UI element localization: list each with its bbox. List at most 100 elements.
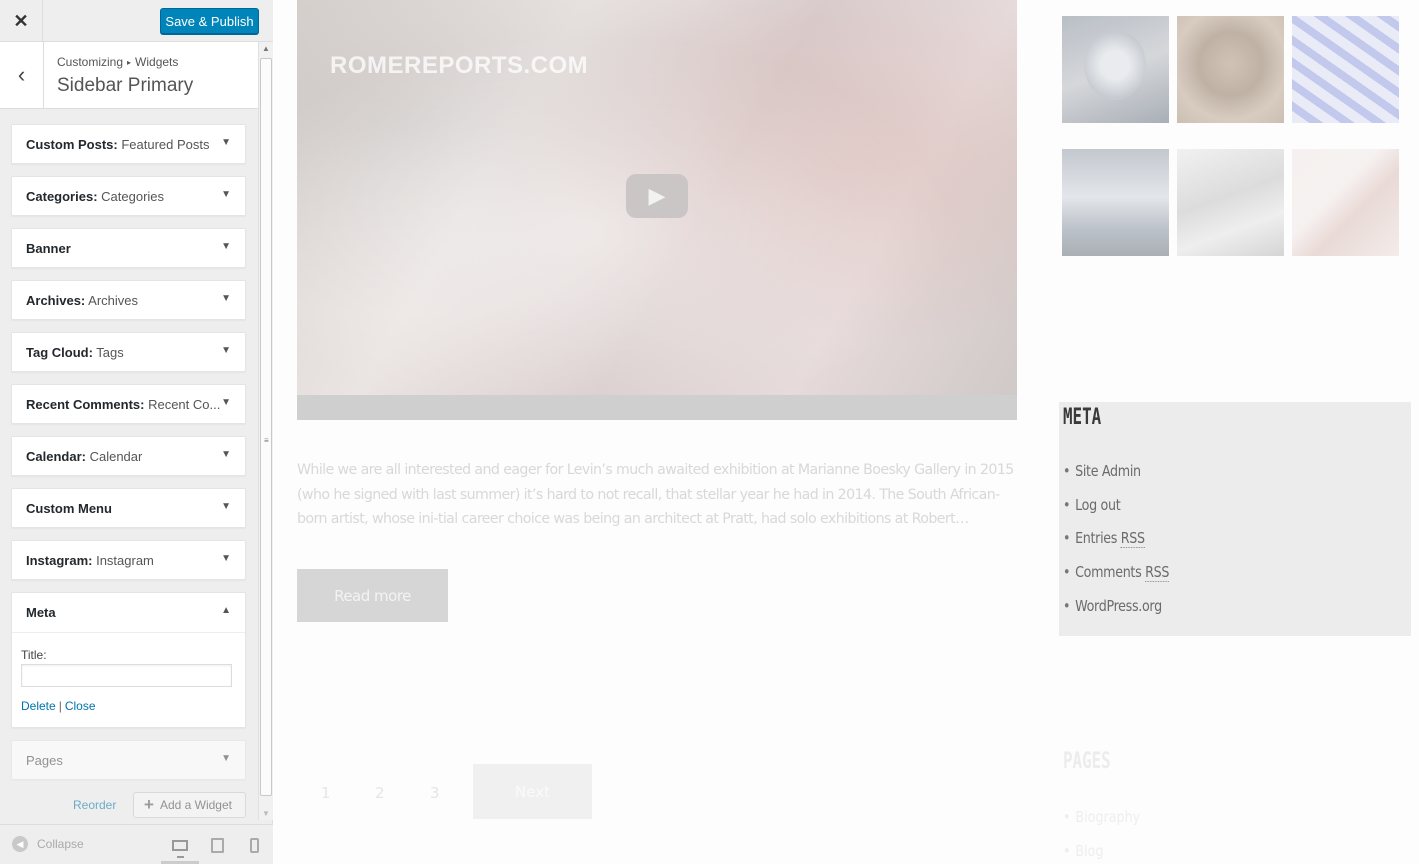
widget-recent-comments[interactable]: Recent Comments: Recent Co... ▼ <box>11 384 246 424</box>
pages-widget-heading: PAGES <box>1063 749 1111 774</box>
widget-custom-posts[interactable]: Custom Posts: Featured Posts ▼ <box>11 124 246 164</box>
widget-archives[interactable]: Archives: Archives ▼ <box>11 280 246 320</box>
page-link-blog[interactable]: Blog <box>1063 842 1140 864</box>
rss-abbr: RSS <box>1145 563 1170 583</box>
page-link-biography[interactable]: Biography <box>1063 808 1140 842</box>
expand-arrow-icon[interactable]: ▼ <box>221 189 231 200</box>
collapse-arrow-icon[interactable]: ▲ <box>221 605 231 616</box>
scroll-up-arrow-icon[interactable]: ▲ <box>262 44 270 53</box>
widget-subtitle: Categories <box>97 189 165 204</box>
widget-meta: Meta ▲ Title: Delete | Close <box>11 592 246 728</box>
meta-link-site-admin[interactable]: Site Admin <box>1063 462 1169 496</box>
widget-name: Custom Menu <box>26 501 112 516</box>
add-widget-label: Add a Widget <box>159 798 232 812</box>
widget-name: Pages <box>26 753 63 768</box>
video-embed[interactable]: ROMEREPORTS.COM ▶ <box>297 0 1017 420</box>
read-more-button[interactable]: Read more <box>297 569 448 622</box>
widget-name: Instagram: <box>26 553 93 568</box>
collapse-label: Collapse <box>37 837 84 851</box>
panel-scrollbar[interactable]: ▲ ≡ ▼ <box>258 42 273 820</box>
widget-calendar[interactable]: Calendar: Calendar ▼ <box>11 436 246 476</box>
meta-link-comments-rss[interactable]: Comments RSS <box>1063 563 1169 597</box>
customizer-panel: ✕ Save & Publish ‹ Customizing ▸ Widgets S… <box>0 0 273 864</box>
breadcrumb-separator-icon: ▸ <box>127 58 132 67</box>
page-link[interactable]: 2 <box>375 784 385 802</box>
instagram-thumbnail[interactable] <box>1177 149 1284 256</box>
action-separator: | <box>58 699 62 713</box>
widget-name: Categories: <box>26 189 98 204</box>
desktop-preview-icon[interactable] <box>171 835 189 858</box>
widget-banner[interactable]: Banner ▼ <box>11 228 246 268</box>
page-link[interactable]: 1 <box>321 784 331 802</box>
expand-arrow-icon[interactable]: ▼ <box>221 449 231 460</box>
widget-name: Custom Posts: <box>26 137 118 152</box>
close-icon[interactable]: ✕ <box>0 0 43 42</box>
meta-widget-heading: META <box>1063 405 1102 430</box>
back-arrow-icon[interactable]: ‹ <box>0 42 44 108</box>
tablet-preview-icon[interactable] <box>208 835 226 855</box>
grip-icon: ≡ <box>264 436 269 445</box>
widget-name: Banner <box>26 241 71 256</box>
widget-name: Recent Comments: <box>26 397 145 412</box>
widget-custom-menu[interactable]: Custom Menu ▼ <box>11 488 246 528</box>
expand-arrow-icon[interactable]: ▼ <box>221 137 231 148</box>
meta-links: Site Admin Log out Entries RSS Comments … <box>1063 462 1192 630</box>
instagram-thumbnail[interactable] <box>1177 16 1284 123</box>
pages-links: Biography Blog <box>1063 808 1157 864</box>
save-publish-button[interactable]: Save & Publish <box>160 8 259 34</box>
widget-subtitle: Instagram <box>92 553 154 568</box>
post-excerpt: While we are all interested and eager fo… <box>297 462 1014 527</box>
expand-arrow-icon[interactable]: ▼ <box>221 241 231 252</box>
rss-abbr: RSS <box>1120 529 1145 549</box>
mobile-preview-icon[interactable] <box>245 835 263 855</box>
widget-name: Tag Cloud: <box>26 345 93 360</box>
site-preview: ROMEREPORTS.COM ▶ While we are all inter… <box>274 0 1419 864</box>
collapse-arrow-icon: ◀ <box>12 836 28 852</box>
video-control-bar[interactable] <box>297 395 1017 420</box>
instagram-thumbnail[interactable] <box>1062 149 1169 256</box>
expand-arrow-icon[interactable]: ▼ <box>221 553 231 564</box>
section-title: Sidebar Primary <box>57 75 194 96</box>
widget-tag-cloud[interactable]: Tag Cloud: Tags ▼ <box>11 332 246 372</box>
meta-widget: META Site Admin Log out Entries RSS Comm… <box>1059 402 1411 636</box>
play-icon[interactable]: ▶ <box>626 174 688 218</box>
widget-meta-header[interactable]: Meta ▲ <box>12 593 245 633</box>
scroll-down-arrow-icon[interactable]: ▼ <box>262 809 270 818</box>
reorder-link[interactable]: Reorder <box>73 798 116 812</box>
breadcrumb-parent: Customizing <box>57 55 124 69</box>
page-link[interactable]: 3 <box>430 784 440 802</box>
customizer-footer: ◀ Collapse <box>0 824 273 864</box>
widget-subtitle: Archives <box>85 293 138 308</box>
instagram-thumbnail[interactable] <box>1292 16 1399 123</box>
meta-link-wordpress-org[interactable]: WordPress.org <box>1063 597 1169 631</box>
meta-link-entries-rss[interactable]: Entries RSS <box>1063 529 1169 563</box>
widget-pages[interactable]: Pages ▼ <box>11 740 246 780</box>
collapse-button[interactable]: ◀ Collapse <box>12 836 84 852</box>
expand-arrow-icon[interactable]: ▼ <box>221 753 231 764</box>
widget-name: Meta <box>26 605 56 620</box>
close-link[interactable]: Close <box>65 699 96 713</box>
video-watermark: ROMEREPORTS.COM <box>330 52 589 79</box>
widget-categories[interactable]: Categories: Categories ▼ <box>11 176 246 216</box>
title-field-label: Title: <box>21 648 47 662</box>
instagram-thumbnail[interactable] <box>1292 149 1399 256</box>
instagram-thumbnail[interactable] <box>1062 16 1169 123</box>
breadcrumb-current: Widgets <box>135 55 179 69</box>
expand-arrow-icon[interactable]: ▼ <box>221 345 231 356</box>
widget-subtitle: Tags <box>92 345 124 360</box>
customizer-header: ✕ Save & Publish <box>0 0 273 42</box>
expand-arrow-icon[interactable]: ▼ <box>221 397 231 408</box>
widget-list-footer: Reorder + Add a Widget <box>0 792 258 820</box>
delete-link[interactable]: Delete <box>21 699 56 713</box>
title-field[interactable] <box>21 664 232 687</box>
widget-subtitle: Recent Co... <box>144 397 221 412</box>
widget-instagram[interactable]: Instagram: Instagram ▼ <box>11 540 246 580</box>
widget-subtitle: Calendar <box>85 449 143 464</box>
expand-arrow-icon[interactable]: ▼ <box>221 293 231 304</box>
widget-subtitle: Featured Posts <box>117 137 210 152</box>
add-widget-button[interactable]: + Add a Widget <box>133 792 246 818</box>
meta-link-log-out[interactable]: Log out <box>1063 496 1169 530</box>
scrollbar-thumb[interactable]: ≡ <box>260 58 272 796</box>
expand-arrow-icon[interactable]: ▼ <box>221 501 231 512</box>
next-page-button[interactable]: Next <box>473 764 592 819</box>
